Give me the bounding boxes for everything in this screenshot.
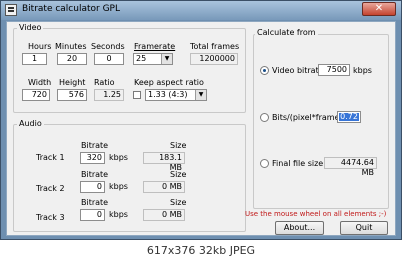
track-1-size: 183.1 MB	[143, 152, 185, 172]
track-1-label: Track 1	[36, 153, 65, 162]
video-bitrate-input[interactable]: 7500	[318, 64, 350, 76]
aspect-select[interactable]: 1.33 (4:3) ▼	[145, 89, 207, 101]
ratio-value: 1.25	[94, 89, 124, 101]
seconds-input[interactable]: 0	[94, 53, 124, 65]
video-bitrate-radio[interactable]	[260, 66, 269, 75]
track-3-label: Track 3	[36, 213, 65, 222]
about-button[interactable]: About...	[275, 221, 324, 235]
keep-aspect-checkbox[interactable]	[133, 91, 141, 99]
track-2-size: 0 MB	[143, 181, 185, 193]
hours-label: Hours	[28, 42, 52, 51]
minutes-input[interactable]: 20	[57, 53, 87, 65]
client-area: Video Hours 1 Minutes 20 Seconds 0 Frame…	[6, 21, 396, 236]
final-size-radio[interactable]	[260, 159, 269, 168]
track-2-bitrate-label: Bitrate	[81, 170, 109, 179]
track-1-size-label: Size	[170, 141, 187, 150]
bpf-value: 0.72	[339, 112, 359, 121]
minutes-label: Minutes	[55, 42, 87, 51]
seconds-label: Seconds	[91, 42, 125, 51]
width-input[interactable]: 720	[22, 89, 50, 101]
calculate-group-label: Calculate from	[255, 28, 318, 37]
framerate-select[interactable]: 25 ▼	[133, 53, 173, 65]
track-2-unit: kbps	[109, 182, 128, 191]
chevron-down-icon: ▼	[161, 54, 172, 64]
track-3-size: 0 MB	[143, 209, 185, 221]
quit-button[interactable]: Quit	[340, 221, 388, 235]
height-label: Height	[59, 78, 86, 87]
track-1-bitrate-input[interactable]: 320	[80, 152, 105, 164]
video-group-label: Video	[17, 23, 44, 32]
track-1-unit: kbps	[109, 153, 128, 162]
audio-group-label: Audio	[17, 119, 44, 128]
app-icon	[5, 4, 17, 16]
chevron-down-icon: ▼	[195, 90, 206, 100]
height-input[interactable]: 576	[57, 89, 87, 101]
track-3-bitrate-label: Bitrate	[81, 198, 109, 207]
final-size-value: 4474.64 MB	[324, 157, 377, 177]
title-bar[interactable]: Bitrate calculator GPL ✕	[1, 1, 401, 20]
bpf-radio[interactable]	[260, 113, 269, 122]
track-2-label: Track 2	[36, 184, 65, 193]
bpf-input[interactable]: 0.72	[337, 111, 361, 123]
video-bitrate-unit: kbps	[353, 66, 372, 75]
bpf-label: Bits/(pixel*frame)	[272, 113, 343, 122]
video-bitrate-label: Video bitrate	[272, 66, 324, 75]
hours-input[interactable]: 1	[22, 53, 47, 65]
close-button[interactable]: ✕	[362, 2, 396, 16]
track-3-bitrate-input[interactable]: 0	[80, 209, 105, 221]
final-size-label: Final file size	[272, 159, 324, 168]
total-frames-value: 1200000	[190, 53, 238, 65]
aspect-value: 1.33 (4:3)	[148, 90, 188, 99]
track-3-size-label: Size	[170, 198, 187, 207]
ratio-label: Ratio	[94, 78, 115, 87]
framerate-label: Framerate	[134, 42, 176, 51]
image-caption: 617x376 32kb JPEG	[0, 240, 402, 261]
total-frames-label: Total frames	[190, 42, 240, 51]
window-title: Bitrate calculator GPL	[22, 4, 120, 14]
width-label: Width	[28, 78, 52, 87]
framerate-value: 25	[136, 54, 147, 63]
track-3-unit: kbps	[109, 210, 128, 219]
track-2-bitrate-input[interactable]: 0	[80, 181, 105, 193]
keep-aspect-label: Keep aspect ratio	[134, 78, 204, 87]
app-window: Bitrate calculator GPL ✕ Video Hours 1 M…	[0, 0, 402, 240]
mouse-wheel-hint: Use the mouse wheel on all elements ;-)	[245, 210, 387, 218]
track-2-size-label: Size	[170, 170, 187, 179]
track-1-bitrate-label: Bitrate	[81, 141, 109, 150]
